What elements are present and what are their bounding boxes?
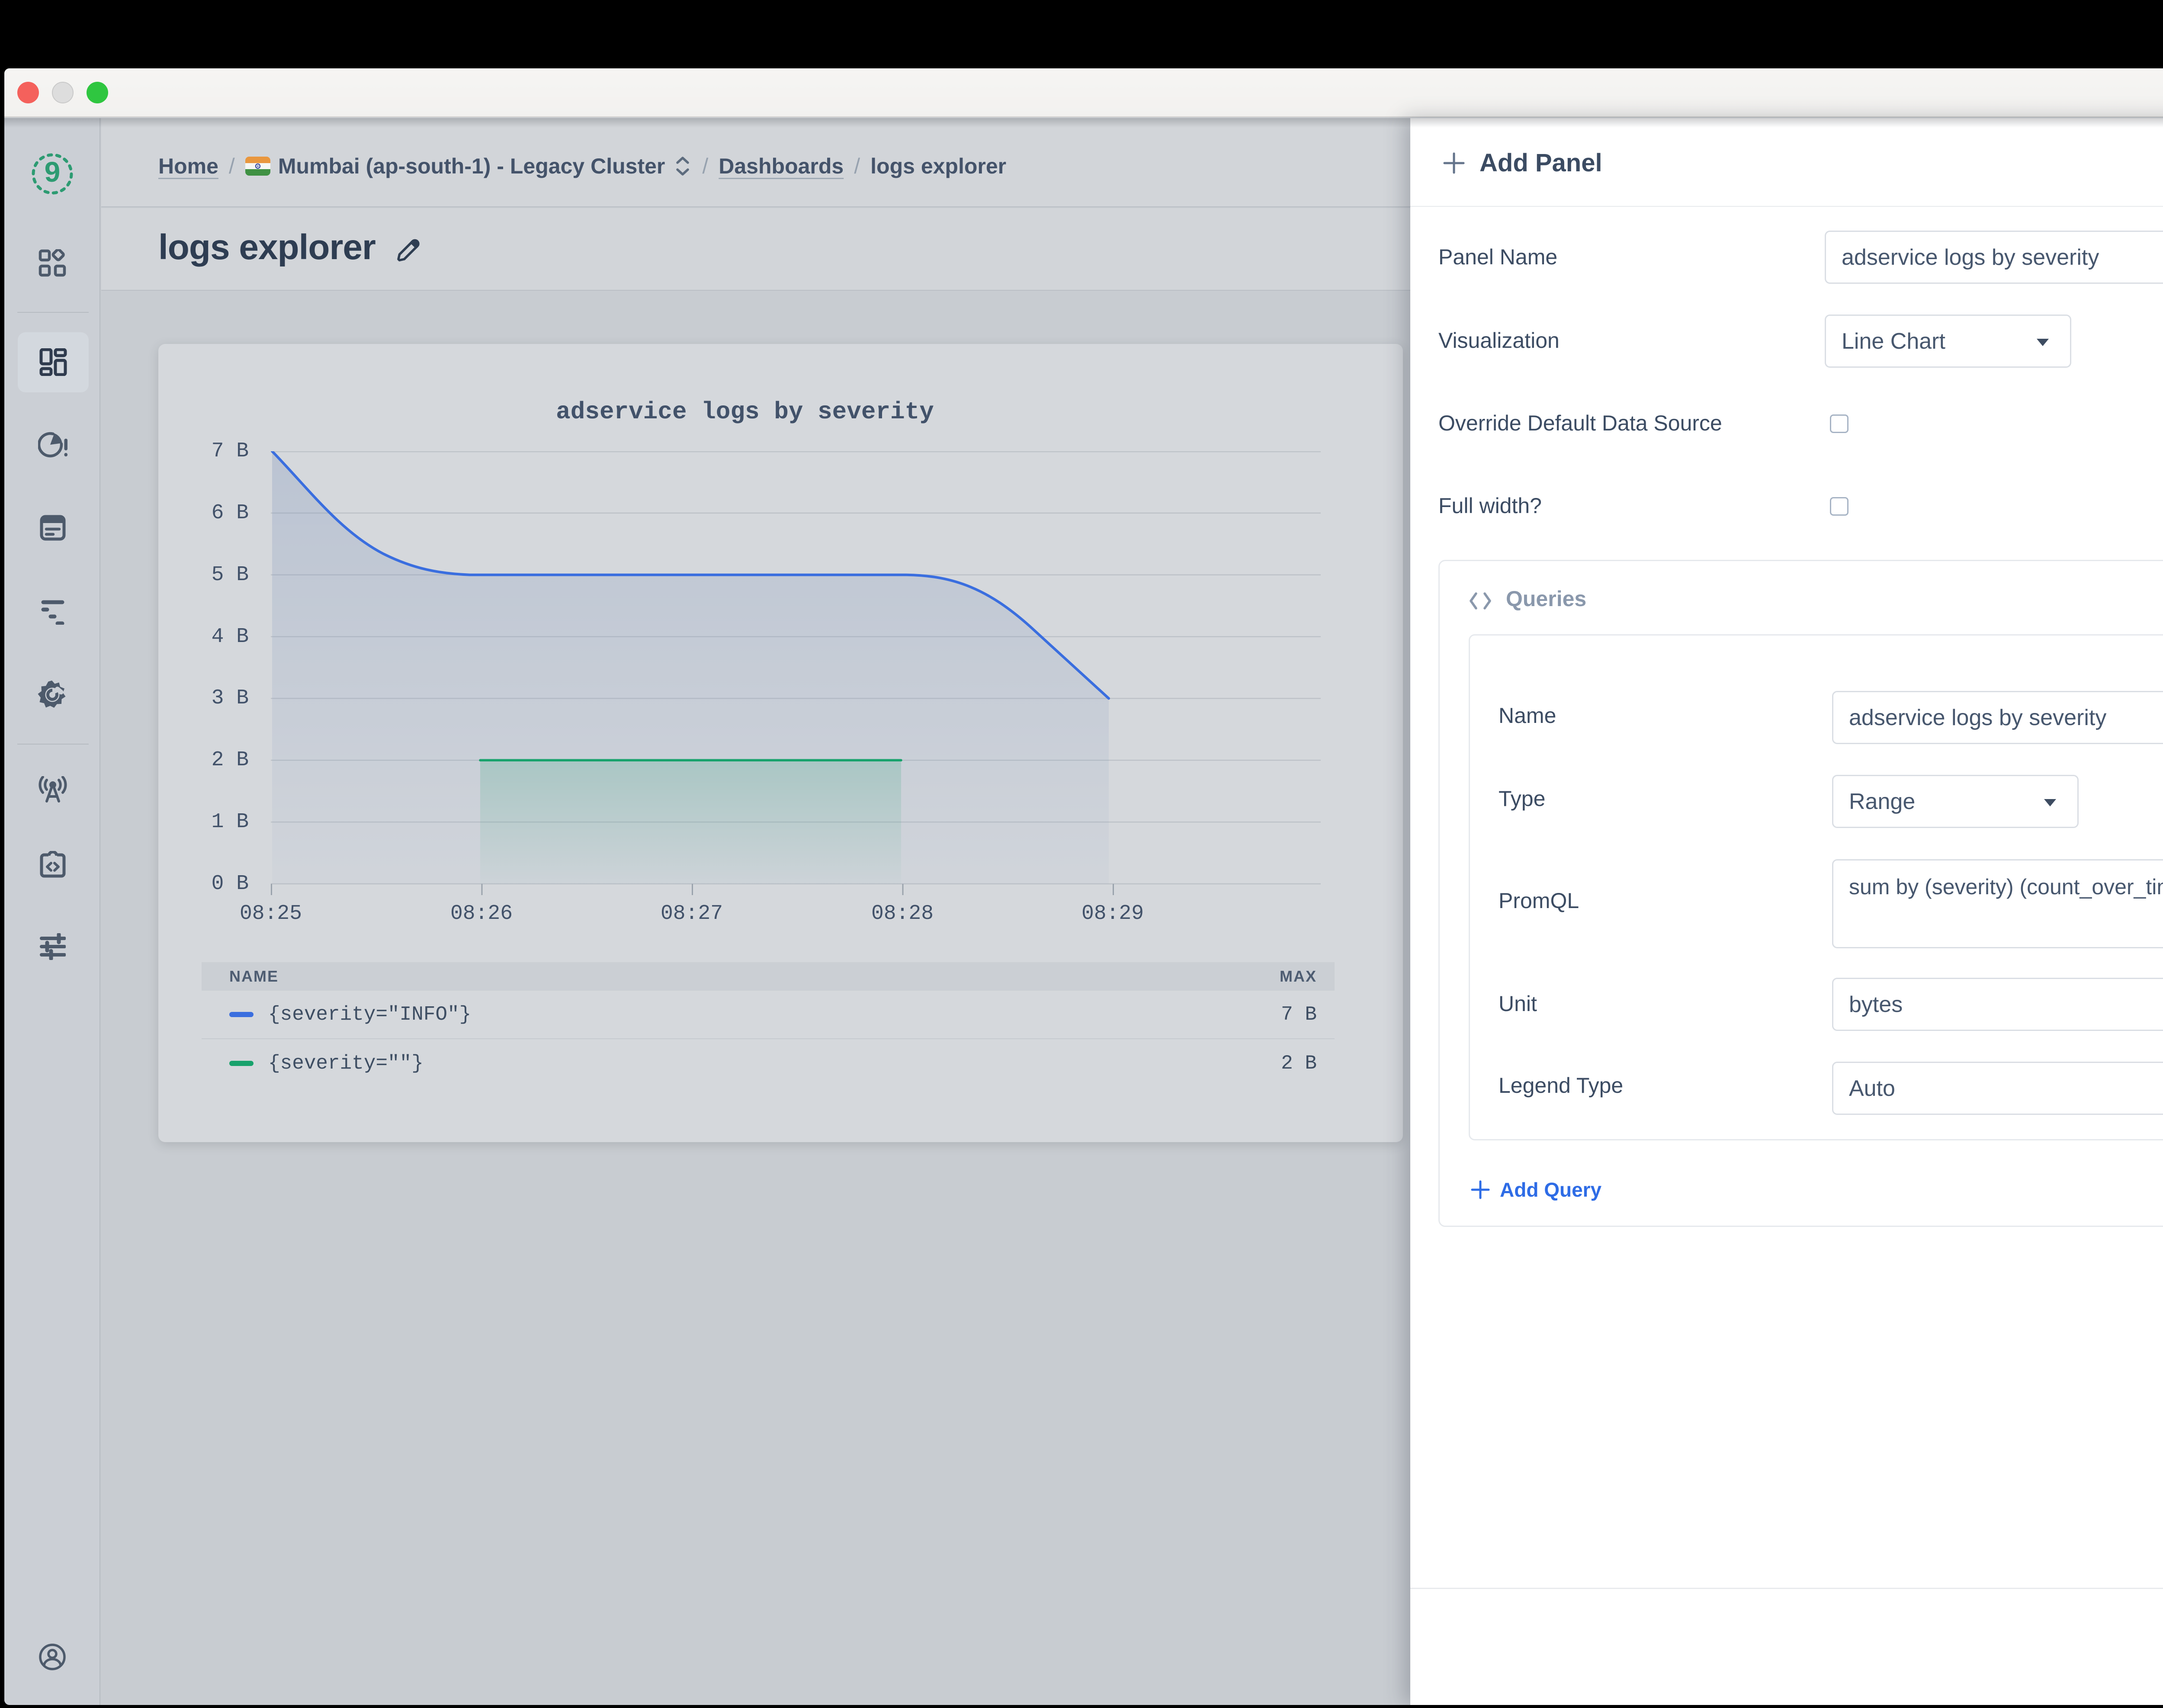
svg-text:9: 9	[45, 156, 61, 188]
